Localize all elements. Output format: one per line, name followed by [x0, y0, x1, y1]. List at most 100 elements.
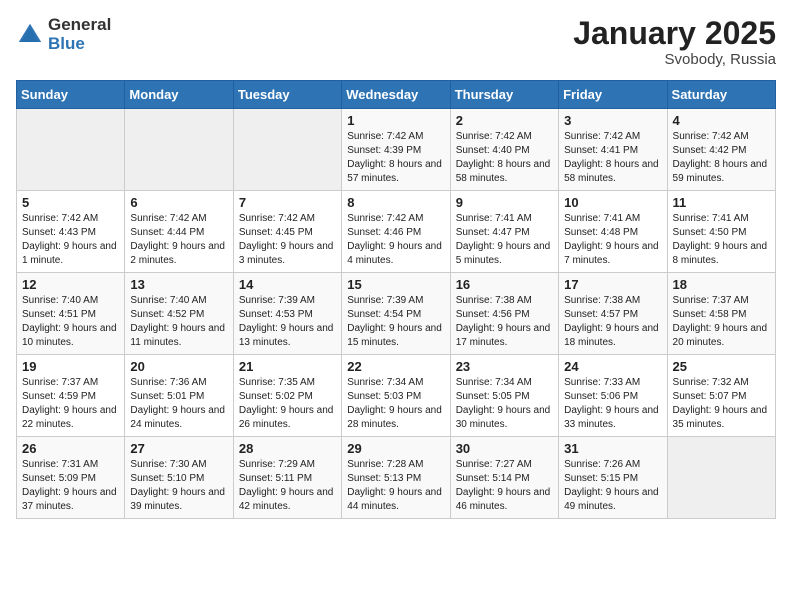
calendar-cell: 11 Sunrise: 7:41 AM Sunset: 4:50 PM Dayli… — [667, 191, 775, 273]
logo: General Blue — [16, 16, 111, 53]
day-info: Sunrise: 7:35 AM Sunset: 5:02 PM Dayligh… — [239, 376, 336, 432]
day-info: Sunrise: 7:41 AM Sunset: 4:47 PM Dayligh… — [456, 212, 553, 268]
day-info: Sunrise: 7:40 AM Sunset: 4:51 PM Dayligh… — [22, 294, 119, 350]
day-number: 24 — [564, 359, 661, 374]
day-info: Sunrise: 7:30 AM Sunset: 5:10 PM Dayligh… — [130, 458, 227, 514]
day-number: 1 — [347, 113, 444, 128]
calendar-cell: 29 Sunrise: 7:28 AM Sunset: 5:13 PM Dayli… — [342, 437, 450, 519]
calendar-cell: 9 Sunrise: 7:41 AM Sunset: 4:47 PM Daylig… — [450, 191, 558, 273]
day-number: 23 — [456, 359, 553, 374]
day-number: 4 — [673, 113, 770, 128]
calendar-cell: 28 Sunrise: 7:29 AM Sunset: 5:11 PM Dayli… — [233, 437, 341, 519]
day-info: Sunrise: 7:26 AM Sunset: 5:15 PM Dayligh… — [564, 458, 661, 514]
day-info: Sunrise: 7:37 AM Sunset: 4:58 PM Dayligh… — [673, 294, 770, 350]
calendar-cell: 12 Sunrise: 7:40 AM Sunset: 4:51 PM Dayli… — [17, 273, 125, 355]
day-info: Sunrise: 7:31 AM Sunset: 5:09 PM Dayligh… — [22, 458, 119, 514]
day-info: Sunrise: 7:42 AM Sunset: 4:46 PM Dayligh… — [347, 212, 444, 268]
calendar-header-row: SundayMondayTuesdayWednesdayThursdayFrid… — [17, 81, 776, 109]
day-number: 9 — [456, 195, 553, 210]
day-number: 28 — [239, 441, 336, 456]
day-info: Sunrise: 7:42 AM Sunset: 4:40 PM Dayligh… — [456, 130, 553, 186]
calendar-cell: 24Sunrise: 7:33 AM Sunset: 5:06 PM Dayli… — [559, 355, 667, 437]
day-number: 12 — [22, 277, 119, 292]
calendar-table: SundayMondayTuesdayWednesdayThursdayFrid… — [16, 80, 776, 519]
calendar-cell: 4Sunrise: 7:42 AM Sunset: 4:42 PM Daylig… — [667, 109, 775, 191]
day-number: 25 — [673, 359, 770, 374]
calendar-cell: 19Sunrise: 7:37 AM Sunset: 4:59 PM Dayli… — [17, 355, 125, 437]
day-number: 27 — [130, 441, 227, 456]
day-number: 7 — [239, 195, 336, 210]
day-info: Sunrise: 7:29 AM Sunset: 5:11 PM Dayligh… — [239, 458, 336, 514]
calendar-cell: 3 Sunrise: 7:42 AM Sunset: 4:41 PM Daylig… — [559, 109, 667, 191]
day-number: 13 — [130, 277, 227, 292]
day-number: 10 — [564, 195, 661, 210]
calendar-cell — [125, 109, 233, 191]
day-info: Sunrise: 7:34 AM Sunset: 5:03 PM Dayligh… — [347, 376, 444, 432]
calendar-cell: 23 Sunrise: 7:34 AM Sunset: 5:05 PM Dayli… — [450, 355, 558, 437]
title-block: January 2025 Svobody, Russia — [573, 16, 776, 68]
calendar-week-5: 26 Sunrise: 7:31 AM Sunset: 5:09 PM Dayli… — [17, 437, 776, 519]
day-number: 30 — [456, 441, 553, 456]
day-info: Sunrise: 7:40 AM Sunset: 4:52 PM Dayligh… — [130, 294, 227, 350]
logo-icon — [16, 21, 44, 49]
day-info: Sunrise: 7:34 AM Sunset: 5:05 PM Dayligh… — [456, 376, 553, 432]
calendar-week-2: 5Sunrise: 7:42 AM Sunset: 4:43 PM Daylig… — [17, 191, 776, 273]
calendar-cell: 21Sunrise: 7:35 AM Sunset: 5:02 PM Dayli… — [233, 355, 341, 437]
location: Svobody, Russia — [573, 51, 776, 68]
day-number: 17 — [564, 277, 661, 292]
day-number: 26 — [22, 441, 119, 456]
day-info: Sunrise: 7:41 AM Sunset: 4:50 PM Dayligh… — [673, 212, 770, 268]
day-info: Sunrise: 7:36 AM Sunset: 5:01 PM Dayligh… — [130, 376, 227, 432]
day-info: Sunrise: 7:42 AM Sunset: 4:44 PM Dayligh… — [130, 212, 227, 268]
calendar-cell: 26 Sunrise: 7:31 AM Sunset: 5:09 PM Dayli… — [17, 437, 125, 519]
col-header-monday: Monday — [125, 81, 233, 109]
calendar-week-4: 19Sunrise: 7:37 AM Sunset: 4:59 PM Dayli… — [17, 355, 776, 437]
calendar-cell: 27 Sunrise: 7:30 AM Sunset: 5:10 PM Dayli… — [125, 437, 233, 519]
calendar-cell — [667, 437, 775, 519]
logo-general: General — [48, 16, 111, 35]
col-header-saturday: Saturday — [667, 81, 775, 109]
day-number: 31 — [564, 441, 661, 456]
day-info: Sunrise: 7:39 AM Sunset: 4:54 PM Dayligh… — [347, 294, 444, 350]
calendar-cell: 7 Sunrise: 7:42 AM Sunset: 4:45 PM Daylig… — [233, 191, 341, 273]
month-title: January 2025 — [573, 16, 776, 51]
calendar-cell: 5Sunrise: 7:42 AM Sunset: 4:43 PM Daylig… — [17, 191, 125, 273]
calendar-cell: 2Sunrise: 7:42 AM Sunset: 4:40 PM Daylig… — [450, 109, 558, 191]
day-number: 16 — [456, 277, 553, 292]
day-number: 29 — [347, 441, 444, 456]
calendar-cell — [17, 109, 125, 191]
day-info: Sunrise: 7:41 AM Sunset: 4:48 PM Dayligh… — [564, 212, 661, 268]
calendar-cell: 14Sunrise: 7:39 AM Sunset: 4:53 PM Dayli… — [233, 273, 341, 355]
day-number: 3 — [564, 113, 661, 128]
logo-blue: Blue — [48, 35, 111, 54]
calendar-cell: 17 Sunrise: 7:38 AM Sunset: 4:57 PM Dayli… — [559, 273, 667, 355]
day-info: Sunrise: 7:38 AM Sunset: 4:56 PM Dayligh… — [456, 294, 553, 350]
calendar-cell: 31 Sunrise: 7:26 AM Sunset: 5:15 PM Dayli… — [559, 437, 667, 519]
calendar-cell: 10 Sunrise: 7:41 AM Sunset: 4:48 PM Dayli… — [559, 191, 667, 273]
day-info: Sunrise: 7:42 AM Sunset: 4:45 PM Dayligh… — [239, 212, 336, 268]
day-info: Sunrise: 7:42 AM Sunset: 4:43 PM Dayligh… — [22, 212, 119, 268]
calendar-cell: 6 Sunrise: 7:42 AM Sunset: 4:44 PM Daylig… — [125, 191, 233, 273]
day-number: 20 — [130, 359, 227, 374]
calendar-cell: 13 Sunrise: 7:40 AM Sunset: 4:52 PM Dayli… — [125, 273, 233, 355]
day-info: Sunrise: 7:27 AM Sunset: 5:14 PM Dayligh… — [456, 458, 553, 514]
day-number: 18 — [673, 277, 770, 292]
col-header-wednesday: Wednesday — [342, 81, 450, 109]
calendar-cell: 22Sunrise: 7:34 AM Sunset: 5:03 PM Dayli… — [342, 355, 450, 437]
calendar-cell: 16 Sunrise: 7:38 AM Sunset: 4:56 PM Dayli… — [450, 273, 558, 355]
col-header-tuesday: Tuesday — [233, 81, 341, 109]
day-number: 19 — [22, 359, 119, 374]
day-info: Sunrise: 7:42 AM Sunset: 4:41 PM Dayligh… — [564, 130, 661, 186]
day-info: Sunrise: 7:28 AM Sunset: 5:13 PM Dayligh… — [347, 458, 444, 514]
calendar-cell: 8Sunrise: 7:42 AM Sunset: 4:46 PM Daylig… — [342, 191, 450, 273]
day-info: Sunrise: 7:38 AM Sunset: 4:57 PM Dayligh… — [564, 294, 661, 350]
page-header: General Blue January 2025 Svobody, Russi… — [16, 16, 776, 68]
col-header-sunday: Sunday — [17, 81, 125, 109]
day-info: Sunrise: 7:39 AM Sunset: 4:53 PM Dayligh… — [239, 294, 336, 350]
day-number: 6 — [130, 195, 227, 210]
day-info: Sunrise: 7:42 AM Sunset: 4:39 PM Dayligh… — [347, 130, 444, 186]
day-number: 11 — [673, 195, 770, 210]
calendar-week-1: 1 Sunrise: 7:42 AM Sunset: 4:39 PM Daylig… — [17, 109, 776, 191]
col-header-thursday: Thursday — [450, 81, 558, 109]
calendar-cell: 20 Sunrise: 7:36 AM Sunset: 5:01 PM Dayli… — [125, 355, 233, 437]
